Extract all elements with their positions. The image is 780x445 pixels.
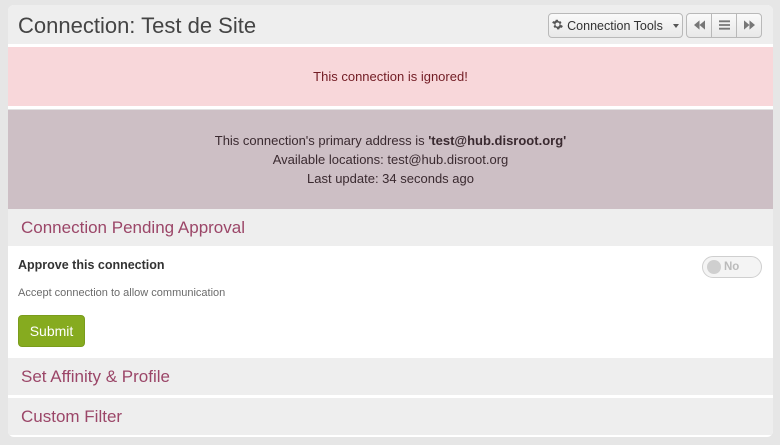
approval-form: Approve this connection Accept connectio… xyxy=(8,246,773,358)
section-custom-filter-title: Custom Filter xyxy=(21,406,123,426)
fast-forward-icon xyxy=(743,17,755,35)
primary-address-line: This connection's primary address is 'te… xyxy=(8,131,773,150)
list-button[interactable] xyxy=(711,13,737,38)
connection-tools-button[interactable]: Connection Tools xyxy=(548,13,683,38)
primary-address: 'test@hub.disroot.org' xyxy=(428,133,567,148)
section-custom-filter[interactable]: Custom Filter xyxy=(8,398,773,435)
previous-button[interactable] xyxy=(686,13,712,38)
nav-button-group xyxy=(686,13,764,38)
section-pending-approval-title: Connection Pending Approval xyxy=(21,217,245,237)
panel-header: Connection: Test de Site Connection Tool… xyxy=(8,5,773,47)
approve-toggle[interactable]: No xyxy=(702,256,762,278)
connection-info: This connection's primary address is 'te… xyxy=(8,109,773,209)
submit-button[interactable]: Submit xyxy=(18,315,85,347)
next-button[interactable] xyxy=(736,13,762,38)
section-pending-approval[interactable]: Connection Pending Approval xyxy=(8,209,773,246)
connection-tools-label: Connection Tools xyxy=(567,18,663,33)
ignored-alert-text: This connection is ignored! xyxy=(313,69,468,84)
approve-help-text: Accept connection to allow communication xyxy=(18,287,226,299)
caret-down-icon xyxy=(672,23,679,28)
primary-address-prefix: This connection's primary address is xyxy=(214,133,429,148)
connection-panel: Connection: Test de Site Connection Tool… xyxy=(8,5,773,437)
section-affinity-profile[interactable]: Set Affinity & Profile xyxy=(8,358,773,395)
rewind-icon xyxy=(693,17,705,35)
section-affinity-profile-title: Set Affinity & Profile xyxy=(21,366,170,386)
list-icon xyxy=(718,17,730,35)
toggle-knob xyxy=(707,260,721,274)
gear-icon xyxy=(552,19,564,33)
toggle-label: No xyxy=(724,261,740,273)
last-update: Last update: 34 seconds ago xyxy=(307,171,474,186)
available-locations: Available locations: test@hub.disroot.or… xyxy=(272,152,509,167)
approve-label: Approve this connection xyxy=(18,258,165,272)
ignored-alert: This connection is ignored! xyxy=(8,47,773,109)
page-title: Connection: Test de Site xyxy=(18,13,257,38)
